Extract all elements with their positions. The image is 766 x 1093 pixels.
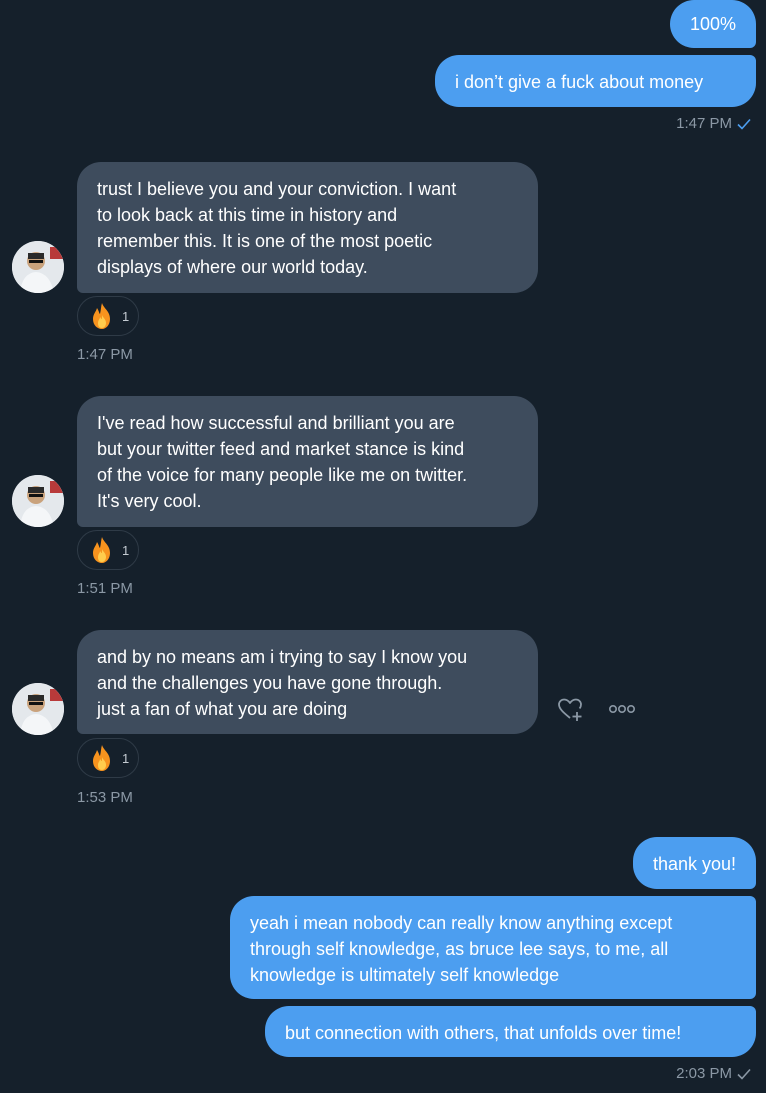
more-dots-icon[interactable] [606,697,638,721]
avatar[interactable] [12,475,64,527]
message-text-line: trust I believe you and your conviction.… [97,179,457,199]
message-text: 100% [689,14,736,34]
message-text: but connection with others, that unfolds… [285,1023,682,1043]
reaction-count: 1 [122,542,130,558]
message-text-line: It's very cool. [97,491,202,511]
message-text-line: yeah i mean nobody can really know anyth… [250,913,673,933]
message-bubble-incoming[interactable]: and by no means am i trying to say I kno… [77,630,538,734]
avatar[interactable] [12,241,64,293]
message-text-line: but your twitter feed and market stance … [97,439,465,459]
message-timestamp: 1:53 PM [77,789,133,806]
avatar-image [12,475,64,527]
reaction-pill[interactable]: 1 [77,738,139,778]
message-bubble-outgoing[interactable]: 100% [669,0,756,48]
message-text-line: displays of where our world today. [97,257,368,277]
message-bubble-incoming[interactable]: trust I believe you and your conviction.… [77,162,538,293]
reaction-count: 1 [122,750,130,766]
message-text-line: and by no means am i trying to say I kno… [97,647,468,667]
avatar[interactable] [12,683,64,735]
conversation: 100% i don’t give a fuck about money 1:4… [0,0,766,1093]
sent-checkmark-icon [737,1068,751,1080]
message-timestamp: 1:51 PM [77,580,133,597]
fire-emoji-icon [93,537,110,563]
message-bubble-outgoing[interactable]: yeah i mean nobody can really know anyth… [230,896,756,999]
message-text-line: knowledge is ultimately self knowledge [250,965,560,985]
message-text: i don’t give a fuck about money [455,72,704,92]
message-bubble-incoming[interactable]: I've read how successful and brilliant y… [77,396,538,527]
message-timestamp: 1:47 PM [77,346,133,363]
message-bubble-outgoing[interactable]: thank you! [632,837,756,889]
fire-emoji-icon [93,745,110,771]
message-text-line: just a fan of what you are doing [97,699,348,719]
message-text: thank you! [652,854,736,874]
message-text-line: of the voice for many people like me on … [97,465,468,485]
message-text-line: and the challenges you have gone through… [97,673,443,693]
timestamp-text: 1:47 PM [676,115,732,132]
message-timestamp: 1:47 PM [676,115,752,133]
message-text-line: I've read how successful and brilliant y… [97,413,455,433]
reaction-count: 1 [122,308,130,324]
reaction-pill[interactable]: 1 [77,296,139,336]
message-bubble-outgoing[interactable]: but connection with others, that unfolds… [265,1006,756,1057]
message-timestamp: 2:03 PM [676,1065,752,1083]
timestamp-text: 2:03 PM [676,1065,732,1082]
avatar-image [12,241,64,293]
read-checkmark-icon [737,118,751,130]
message-text-line: through self knowledge, as bruce lee say… [250,939,669,959]
avatar-image [12,683,64,735]
message-text-line: remember this. It is one of the most poe… [97,231,433,251]
reaction-pill[interactable]: 1 [77,530,139,570]
fire-emoji-icon [93,303,110,329]
add-reaction-heart-icon[interactable] [555,694,585,724]
message-text-line: to look back at this time in history and [97,205,398,225]
message-bubble-outgoing[interactable]: i don’t give a fuck about money [435,55,756,107]
